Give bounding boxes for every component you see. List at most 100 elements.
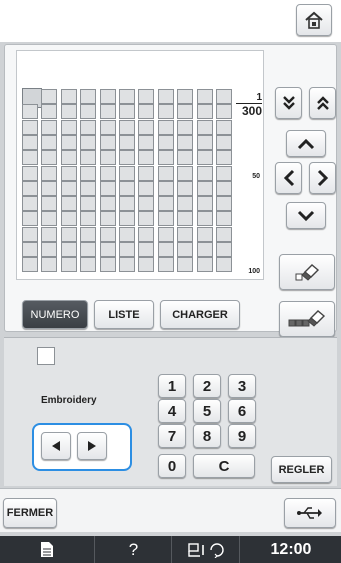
tab-liste[interactable]: LISTE — [94, 300, 154, 329]
grid-cell[interactable] — [80, 134, 97, 150]
grid-cell[interactable] — [196, 134, 213, 150]
keypad-key[interactable]: 7 — [158, 424, 186, 448]
grid-cell[interactable] — [41, 165, 58, 181]
grid-cell[interactable] — [80, 180, 97, 196]
grid-cell[interactable] — [138, 211, 155, 227]
grid-cell[interactable] — [41, 211, 58, 227]
next-button[interactable] — [77, 432, 107, 460]
grid-cell[interactable] — [80, 196, 97, 212]
grid-cell[interactable] — [177, 211, 194, 227]
grid-cell[interactable] — [119, 257, 135, 273]
grid-cell[interactable] — [177, 180, 194, 196]
embroidery-checkbox[interactable] — [37, 347, 55, 365]
keypad-key[interactable]: 3 — [228, 374, 256, 398]
move-up-button[interactable] — [286, 130, 326, 157]
page-up-button[interactable] — [309, 87, 336, 119]
grid-cell[interactable] — [196, 104, 213, 120]
grid-cell[interactable] — [41, 257, 58, 273]
grid-cell[interactable] — [41, 226, 58, 242]
grid-cell[interactable] — [22, 211, 38, 227]
grid-cell[interactable] — [177, 165, 194, 181]
grid-cell[interactable] — [22, 257, 38, 273]
grid-cell[interactable] — [177, 104, 194, 120]
grid-cell[interactable] — [60, 257, 77, 273]
grid-cell[interactable] — [138, 104, 155, 120]
move-down-button[interactable] — [286, 202, 326, 229]
grid-cell[interactable] — [196, 257, 213, 273]
grid-cell[interactable] — [22, 150, 38, 166]
grid-cell[interactable] — [138, 196, 155, 212]
grid-cell[interactable] — [216, 242, 232, 257]
grid-cell[interactable] — [80, 89, 97, 104]
grid-cell[interactable] — [196, 211, 213, 227]
grid-cell[interactable] — [80, 226, 97, 242]
grid-cell[interactable] — [99, 104, 116, 120]
grid-cell[interactable] — [99, 211, 116, 227]
erase-cell-button[interactable] — [279, 254, 335, 290]
grid-cell[interactable] — [216, 119, 232, 135]
grid-cell[interactable] — [22, 165, 38, 181]
grid-cell[interactable] — [177, 119, 194, 135]
grid-cell[interactable] — [157, 196, 174, 212]
grid-cell[interactable] — [157, 104, 174, 120]
grid-cell[interactable] — [99, 180, 116, 196]
grid-cell[interactable] — [177, 89, 194, 104]
erase-all-button[interactable] — [279, 301, 335, 337]
grid-cell[interactable] — [41, 119, 58, 135]
keypad-key[interactable]: 5 — [193, 399, 221, 423]
grid-cell[interactable] — [177, 150, 194, 166]
keypad-key[interactable]: 9 — [228, 424, 256, 448]
grid-cell[interactable] — [119, 242, 135, 257]
move-right-button[interactable] — [309, 162, 336, 194]
grid-cell[interactable] — [99, 150, 116, 166]
grid-cell[interactable] — [80, 150, 97, 166]
grid-cell[interactable] — [177, 134, 194, 150]
grid-cell[interactable] — [119, 104, 135, 120]
grid-cell[interactable] — [216, 226, 232, 242]
grid-cell[interactable] — [196, 196, 213, 212]
grid-cell[interactable] — [216, 134, 232, 150]
set-button[interactable]: REGLER — [271, 456, 332, 483]
grid-cell[interactable] — [177, 257, 194, 273]
grid-cell[interactable] — [99, 119, 116, 135]
grid-cell[interactable] — [216, 211, 232, 227]
grid-cell[interactable] — [119, 89, 135, 104]
grid-cell[interactable] — [119, 134, 135, 150]
grid-cell[interactable] — [80, 257, 97, 273]
grid-cell[interactable] — [60, 104, 77, 120]
grid-cell[interactable] — [41, 180, 58, 196]
grid-cell[interactable] — [216, 196, 232, 212]
keypad-key[interactable]: 4 — [158, 399, 186, 423]
grid-cell[interactable] — [22, 104, 38, 120]
grid-cell[interactable] — [60, 165, 77, 181]
grid-cell[interactable] — [138, 150, 155, 166]
grid-cell[interactable] — [157, 242, 174, 257]
keypad-key[interactable]: 6 — [228, 399, 256, 423]
grid-cell[interactable] — [99, 134, 116, 150]
grid-cell[interactable] — [99, 257, 116, 273]
keypad-key[interactable]: 1 — [158, 374, 186, 398]
grid-cell[interactable] — [216, 150, 232, 166]
grid-cell[interactable] — [22, 180, 38, 196]
previous-button[interactable] — [41, 432, 71, 460]
grid-cell[interactable] — [41, 89, 58, 104]
grid-cell[interactable] — [119, 211, 135, 227]
grid-cell[interactable] — [99, 89, 116, 104]
grid-cell[interactable] — [80, 165, 97, 181]
grid-cell[interactable] — [157, 134, 174, 150]
grid-cell[interactable] — [41, 150, 58, 166]
home-button[interactable] — [296, 4, 332, 36]
grid-cell[interactable] — [216, 180, 232, 196]
grid-cell[interactable] — [60, 211, 77, 227]
grid-cell[interactable] — [216, 89, 232, 104]
page-down-button[interactable] — [275, 87, 302, 119]
tab-charger[interactable]: CHARGER — [160, 300, 240, 329]
keypad-key[interactable]: C — [193, 454, 255, 478]
grid-cell[interactable] — [80, 104, 97, 120]
help-status[interactable]: ? — [96, 536, 172, 563]
grid-cell[interactable] — [177, 226, 194, 242]
grid-cell[interactable] — [22, 242, 38, 257]
grid-cell[interactable] — [22, 134, 38, 150]
grid-cell[interactable] — [41, 196, 58, 212]
grid-cell[interactable] — [80, 211, 97, 227]
